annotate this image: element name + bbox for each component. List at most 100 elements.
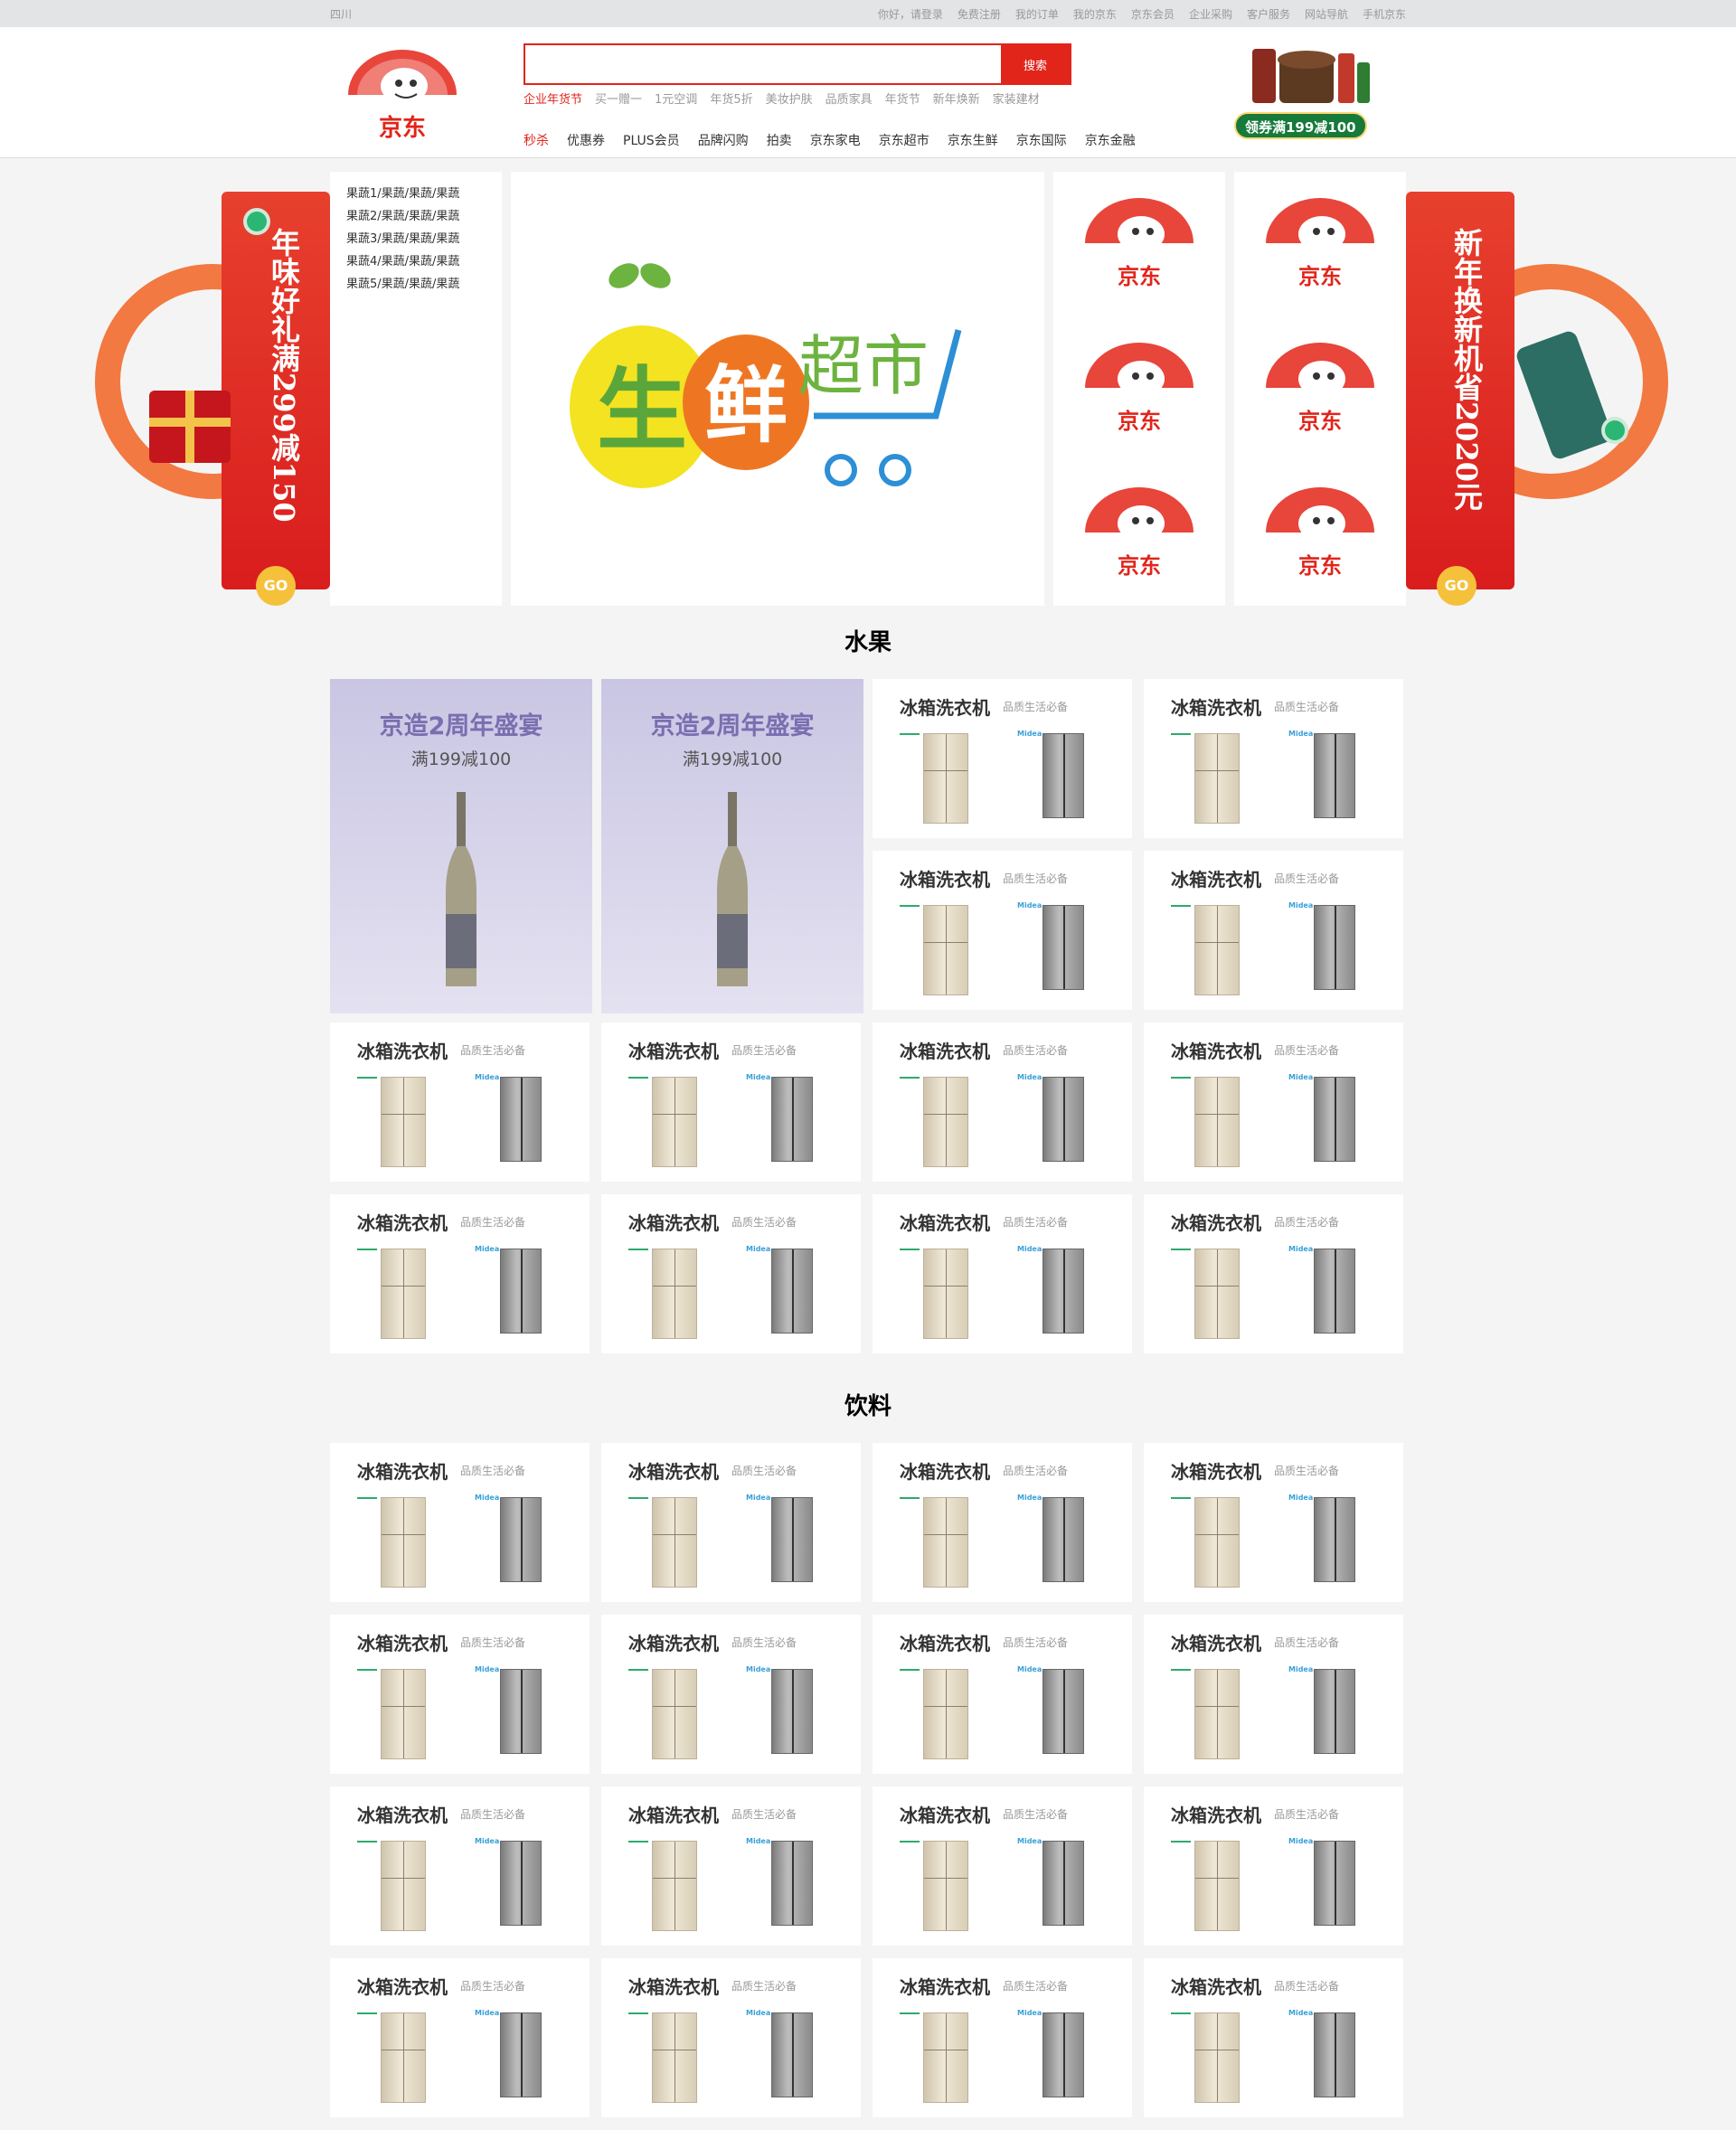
product-card[interactable]: 冰箱洗衣机 品质生活必备 Midea [601,1615,861,1774]
category-item[interactable]: 果蔬4/果蔬/果蔬/果蔬 [346,250,486,273]
product-card[interactable]: 冰箱洗衣机 品质生活必备 Midea [873,1615,1132,1774]
hotword[interactable]: 企业年货节 [524,90,582,107]
promo-banner[interactable]: 领券满199减100 [1234,40,1388,139]
brand-label: Midea [1017,1665,1043,1673]
product-card[interactable]: 冰箱洗衣机 品质生活必备 Midea [873,1023,1132,1182]
brand-tile[interactable]: 京东 [1234,316,1406,461]
product-card[interactable]: 冰箱洗衣机 品质生活必备 Midea [873,1958,1132,2117]
brand-label: Midea [1017,1837,1043,1845]
nav-item-seckill[interactable]: 秒杀 [524,131,549,149]
customer-service-link[interactable]: 客户服务 [1247,6,1290,22]
product-card[interactable]: 冰箱洗衣机 品质生活必备 Midea [873,679,1132,838]
product-card[interactable]: 冰箱洗衣机 品质生活必备 Midea [1144,1194,1403,1353]
product-card[interactable]: 冰箱洗衣机 品质生活必备 Midea [1144,1615,1403,1774]
promo-card-wine[interactable]: 京造2周年盛宴 满199减100 [330,679,592,1013]
enterprise-link[interactable]: 企业采购 [1189,6,1232,22]
fridge-image [652,2012,697,2103]
product-card[interactable]: 冰箱洗衣机 品质生活必备 Midea [873,1194,1132,1353]
product-card[interactable]: 冰箱洗衣机 品质生活必备 Midea [1144,1786,1403,1946]
product-card[interactable]: 冰箱洗衣机 品质生活必备 Midea [330,1194,590,1353]
search-input[interactable] [525,45,1001,83]
category-item[interactable]: 果蔬2/果蔬/果蔬/果蔬 [346,205,486,228]
category-item[interactable]: 果蔬1/果蔬/果蔬/果蔬 [346,183,486,205]
product-card[interactable]: 冰箱洗衣机 品质生活必备 Midea [873,851,1132,1010]
nav-item-fresh[interactable]: 京东生鲜 [948,131,998,149]
fridge-image [1314,1497,1355,1582]
brand-label: Midea [746,1837,771,1845]
fridge-image [500,1249,542,1334]
right-ad-go-button[interactable]: GO [1437,566,1477,606]
brand-label: Midea [475,1245,500,1253]
product-card[interactable]: 冰箱洗衣机 品质生活必备 Midea [1144,851,1403,1010]
product-card[interactable]: 冰箱洗衣机 品质生活必备 Midea [601,1958,861,2117]
hotword[interactable]: 年货节 [885,90,920,107]
jd-logo[interactable]: 京东 [330,45,502,154]
hotword[interactable]: 新年焕新 [933,90,980,107]
fridge-image [1194,1077,1240,1167]
jd-member-link[interactable]: 京东会员 [1131,6,1175,22]
product-card[interactable]: 冰箱洗衣机 品质生活必备 Midea [330,1958,590,2117]
product-card[interactable]: 冰箱洗衣机 品质生活必备 Midea [330,1443,590,1602]
right-side-ad[interactable]: 新年换新机省2020元 GO [1406,165,1668,606]
product-card[interactable]: 冰箱洗衣机 品质生活必备 Midea [601,1023,861,1182]
left-side-ad[interactable]: 年味好礼满299减150 GO [68,165,330,606]
brand-label: Midea [1288,901,1314,909]
nav-item-auction[interactable]: 拍卖 [767,131,792,149]
brand-tile[interactable]: 京东 [1053,316,1225,461]
site-nav-link[interactable]: 网站导航 [1305,6,1348,22]
fridge-image [771,1669,813,1754]
nav-item-supermarket[interactable]: 京东超市 [879,131,929,149]
hotword[interactable]: 家装建材 [993,90,1040,107]
hotword[interactable]: 买一赠一 [595,90,642,107]
left-ad-go-button[interactable]: GO [256,566,296,606]
brand-tile[interactable]: 京东 [1053,461,1225,606]
brand-tile[interactable]: 京东 [1234,461,1406,606]
fridge-image [1194,733,1240,824]
category-item[interactable]: 果蔬5/果蔬/果蔬/果蔬 [346,273,486,296]
product-subtitle: 品质生活必备 [1003,1808,1069,1821]
product-card[interactable]: 冰箱洗衣机 品质生活必备 Midea [1144,1023,1403,1182]
product-title: 冰箱洗衣机 [900,1041,990,1062]
product-title: 冰箱洗衣机 [628,1461,719,1483]
fridge-image [1043,1497,1084,1582]
nav-item-international[interactable]: 京东国际 [1016,131,1067,149]
hotword[interactable]: 美妆护肤 [766,90,813,107]
location-selector[interactable]: 四川 [330,6,352,22]
hotword[interactable]: 年货5折 [710,90,752,107]
hotword[interactable]: 品质家具 [826,90,873,107]
product-card[interactable]: 冰箱洗衣机 品质生活必备 Midea [330,1786,590,1946]
product-subtitle: 品质生活必备 [1003,1216,1069,1229]
nav-item-coupons[interactable]: 优惠券 [567,131,605,149]
main-banner[interactable]: 生 鲜 超市 [511,172,1044,606]
mobile-jd-link[interactable]: 手机京东 [1363,6,1406,22]
hotword[interactable]: 1元空调 [655,90,697,107]
product-card[interactable]: 冰箱洗衣机 品质生活必备 Midea [330,1615,590,1774]
search-button[interactable]: 搜索 [1001,45,1070,83]
product-card[interactable]: 冰箱洗衣机 品质生活必备 Midea [601,1443,861,1602]
product-card[interactable]: 冰箱洗衣机 品质生活必备 Midea [601,1194,861,1353]
brand-mark [900,905,920,907]
product-card[interactable]: 冰箱洗衣机 品质生活必备 Midea [873,1786,1132,1946]
brand-mark [1171,1669,1191,1671]
my-jd-link[interactable]: 我的京东 [1073,6,1117,22]
product-subtitle: 品质生活必备 [1003,872,1069,885]
nav-item-brand-flash[interactable]: 品牌闪购 [698,131,749,149]
register-link[interactable]: 免费注册 [958,6,1001,22]
my-orders-link[interactable]: 我的订单 [1015,6,1059,22]
product-subtitle: 品质生活必备 [1274,1465,1340,1477]
product-card[interactable]: 冰箱洗衣机 品质生活必备 Midea [330,1023,590,1182]
promo-badge[interactable]: 领券满199减100 [1234,112,1367,139]
product-card[interactable]: 冰箱洗衣机 品质生活必备 Midea [1144,679,1403,838]
brand-tile[interactable]: 京东 [1234,172,1406,316]
product-card[interactable]: 冰箱洗衣机 品质生活必备 Midea [873,1443,1132,1602]
product-card[interactable]: 冰箱洗衣机 品质生活必备 Midea [1144,1443,1403,1602]
category-item[interactable]: 果蔬3/果蔬/果蔬/果蔬 [346,228,486,250]
nav-item-finance[interactable]: 京东金融 [1085,131,1136,149]
brand-tile[interactable]: 京东 [1053,172,1225,316]
promo-card-wine[interactable]: 京造2周年盛宴 满199减100 [601,679,863,1013]
product-card[interactable]: 冰箱洗衣机 品质生活必备 Midea [1144,1958,1403,2117]
login-link[interactable]: 你好，请登录 [878,6,943,22]
product-card[interactable]: 冰箱洗衣机 品质生活必备 Midea [601,1786,861,1946]
nav-item-appliances[interactable]: 京东家电 [810,131,861,149]
nav-item-plus[interactable]: PLUS会员 [623,131,680,149]
